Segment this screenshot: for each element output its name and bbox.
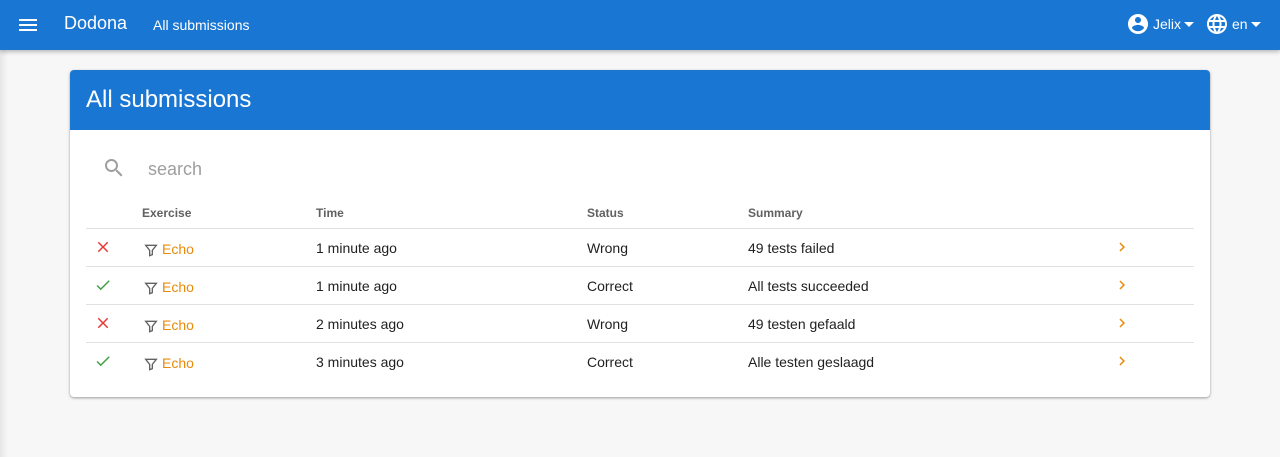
- page-edge-shade: [0, 50, 8, 457]
- table-header: Exercise Time Status Summary: [86, 200, 1194, 229]
- globe-icon: [1207, 14, 1227, 34]
- caret-down-icon: [1184, 21, 1195, 27]
- chevron-right-icon[interactable]: [1113, 238, 1131, 256]
- submissions-table: Exercise Time Status Summary Echo 1 minu…: [86, 200, 1194, 381]
- card-header: All submissions: [70, 70, 1210, 130]
- account-circle-icon: [1128, 14, 1148, 34]
- chevron-right-icon[interactable]: [1113, 314, 1131, 332]
- top-app-bar: Dodona All submissions Jelix en: [0, 0, 1280, 50]
- column-header-time[interactable]: Time: [316, 206, 344, 220]
- page-title: All submissions: [86, 86, 252, 113]
- time-cell: 2 minutes ago: [316, 316, 404, 332]
- column-header-status[interactable]: Status: [587, 206, 624, 220]
- brand-link[interactable]: Dodona: [64, 13, 127, 34]
- table-row[interactable]: Echo 2 minutes ago Wrong 49 testen gefaa…: [86, 305, 1194, 343]
- language-menu-button[interactable]: en: [1205, 12, 1261, 36]
- submissions-card: All submissions Exercise Time Status Sum…: [70, 70, 1210, 397]
- table-row[interactable]: Echo 3 minutes ago Correct Alle testen g…: [86, 343, 1194, 381]
- cross-icon: [97, 317, 109, 329]
- summary-cell: Alle testen geslaagd: [748, 354, 875, 370]
- time-cell: 1 minute ago: [316, 240, 397, 256]
- column-header-summary[interactable]: Summary: [748, 206, 803, 220]
- time-cell: 1 minute ago: [316, 278, 397, 294]
- search-icon: [105, 159, 123, 177]
- table-row[interactable]: Echo 1 minute ago Correct All tests succ…: [86, 267, 1194, 305]
- chevron-right-icon[interactable]: [1113, 276, 1131, 294]
- summary-cell: 49 testen gefaald: [748, 316, 856, 332]
- cross-icon: [97, 241, 109, 253]
- filter-icon[interactable]: [143, 242, 159, 258]
- search-input[interactable]: [148, 155, 648, 183]
- status-cell: Correct: [587, 278, 633, 294]
- status-cell: Wrong: [587, 240, 628, 256]
- menu-icon: [19, 19, 37, 31]
- chevron-right-icon[interactable]: [1113, 352, 1131, 370]
- status-cell: Correct: [587, 354, 633, 370]
- exercise-link[interactable]: Echo: [162, 241, 194, 257]
- user-name: Jelix: [1153, 16, 1182, 32]
- time-cell: 3 minutes ago: [316, 354, 404, 370]
- column-header-exercise[interactable]: Exercise: [142, 206, 191, 220]
- table-row[interactable]: Echo 1 minute ago Wrong 49 tests failed: [86, 229, 1194, 267]
- filter-icon[interactable]: [143, 356, 159, 372]
- summary-cell: 49 tests failed: [748, 240, 835, 256]
- status-cell: Wrong: [587, 316, 628, 332]
- summary-cell: All tests succeeded: [748, 278, 869, 294]
- user-menu-button[interactable]: Jelix: [1126, 12, 1195, 36]
- check-icon: [96, 280, 110, 291]
- filter-icon[interactable]: [143, 318, 159, 334]
- menu-button[interactable]: [16, 13, 40, 37]
- exercise-link[interactable]: Echo: [162, 317, 194, 333]
- caret-down-icon: [1250, 21, 1261, 27]
- exercise-link[interactable]: Echo: [162, 279, 194, 295]
- breadcrumb: All submissions: [153, 17, 250, 33]
- filter-icon[interactable]: [143, 280, 159, 296]
- check-icon: [96, 356, 110, 367]
- exercise-link[interactable]: Echo: [162, 355, 194, 371]
- language-label: en: [1232, 16, 1248, 32]
